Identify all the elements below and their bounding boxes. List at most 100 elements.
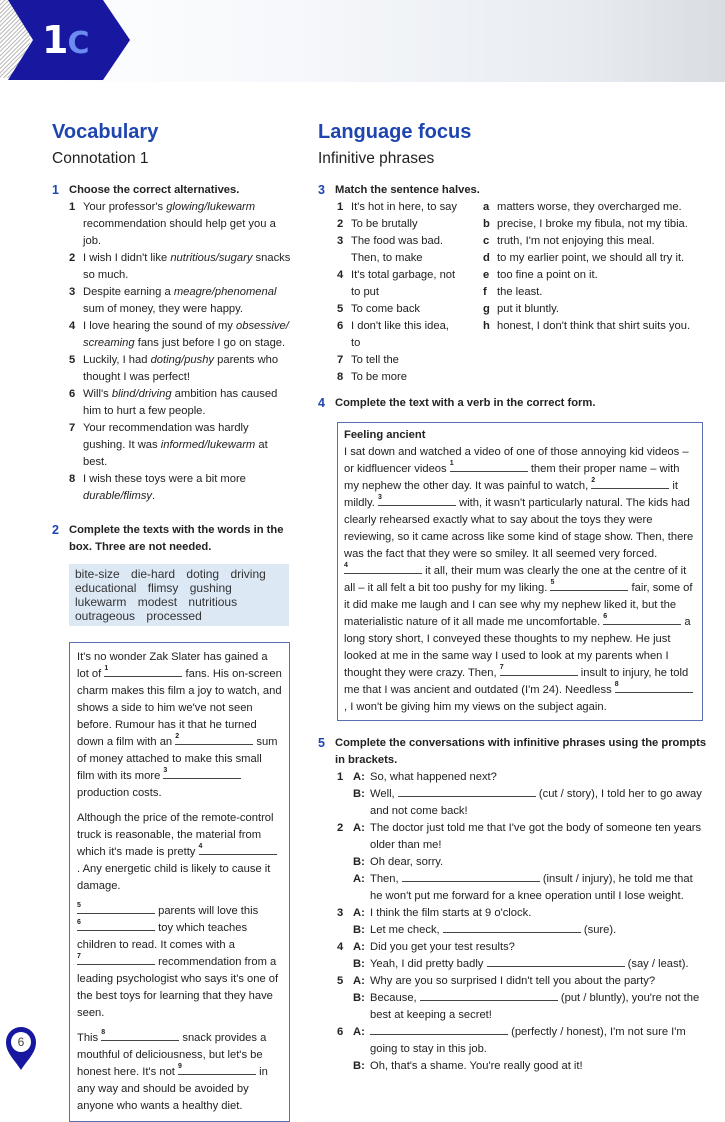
exercise-5-items: 1 A: So, what happened next? B: Well, (cut /… [318,769,708,1075]
item-number: 7 [69,422,76,434]
gap-number: 7 [77,953,81,960]
dialogue-line: B: Let me check, (sure). [353,922,708,939]
dialogue-line: A: (perfectly / honest), I'm not sure I'… [353,1024,708,1058]
text-segment: Did you get your test results? [370,941,515,953]
gap-blank[interactable]: 5 [77,902,155,914]
match-item: 4 It's total garbage, not to put [337,267,483,301]
conversation-lines: A: The doctor just told me that I've got … [353,820,708,905]
dialogue-line: A: So, what happened next? [353,769,708,786]
item-text: truth, I'm not enjoying this meal. [497,235,655,247]
gap-blank[interactable]: 4 [344,562,422,574]
list-item: 4 I love hearing the sound of my obsessiv… [52,318,292,352]
exercise-number: 2 [52,523,59,537]
gap-number: 2 [175,733,180,740]
speaker: A: [353,822,365,834]
gap-blank[interactable] [419,990,558,1001]
gap-blank[interactable] [397,786,536,797]
line-text: Well, (cut / story), I told her to go aw… [370,786,708,820]
paragraph: This 8 snack provides a mouthful of deli… [77,1029,282,1115]
text-segment: Let me check, [370,924,443,936]
speaker: A: [353,941,365,953]
item-number: 8 [69,473,76,485]
gap-blank[interactable]: 8 [101,1029,180,1041]
item-text: It's hot in here, to say [351,201,457,213]
gap-blank[interactable]: 3 [163,767,242,779]
list-item: 8 I wish these toys were a bit more durab… [52,471,292,505]
item-label: 4 [337,269,344,281]
gap-blank[interactable] [401,871,540,882]
gap-blank[interactable]: 7 [499,664,578,676]
gap-blank[interactable] [442,922,581,933]
line-text: Because, (put / bluntly), you're not the… [370,990,708,1024]
list-item: 3 Despite earning a meagre/phenomenal sum… [52,284,292,318]
text-segment: recommendation should help get you a job… [83,218,276,247]
item-text: To be more [351,371,407,383]
conversation: 3 A: I think the film starts at 9 o'clock.… [318,905,708,939]
gap-blank[interactable]: 4 [198,843,277,855]
text-segment: . [152,490,156,502]
line-text: Let me check, (sure). [370,922,616,939]
gap-blank[interactable] [486,956,625,967]
item-label: g [483,303,490,315]
line-text: I think the film starts at 9 o'clock. [370,905,531,922]
list-item: 5 Luckily, I had doting/pushy parents who… [52,352,292,386]
dialogue-line: A: Then, (insult / injury), he told me th… [353,871,708,905]
item-text: Will's blind/driving ambition has caused… [83,386,292,420]
gap-blank[interactable]: 2 [591,477,670,489]
dialogue-line: B: Well, (cut / story), I told her to go … [353,786,708,820]
word-option: outrageous [75,609,136,623]
gap-number: 1 [104,665,109,672]
exercise-2-text-box: It's no wonder Zak Slater has gained a l… [69,642,290,1122]
text-segment: This [77,1032,102,1044]
gap-blank[interactable]: 6 [603,613,682,625]
item-label: c [483,235,490,247]
text-segment: , I won't be giving him my views on the … [344,701,607,713]
dialogue-line: A: The doctor just told me that I've got … [353,820,708,854]
gap-number: 4 [344,562,348,569]
exercise-instruction: Match the sentence halves. [335,184,480,196]
gap-blank[interactable]: 3 [377,494,456,506]
list-item: 7 Your recommendation was hardly gushing.… [52,420,292,471]
item-number: 2 [337,822,344,834]
speaker: B: [353,924,365,936]
gap-number: 8 [614,681,619,688]
speaker: A: [353,1026,365,1038]
line-text: Yeah, I did pretty badly (say / least). [370,956,689,973]
alternatives: blind/driving [111,388,172,400]
gap-number: 8 [101,1029,106,1036]
text-segment: I wish I didn't like [83,252,171,264]
word-option: gushing [189,581,232,595]
item-text: Despite earning a meagre/phenomenal sum … [83,284,292,318]
gap-blank[interactable]: 7 [77,953,155,965]
line-text: So, what happened next? [370,769,497,786]
word-option: flimsy [147,581,179,595]
match-item: e too fine a point on it. [483,267,708,284]
gap-number: 9 [178,1063,182,1070]
item-text: I love hearing the sound of my obsessive… [83,318,292,352]
gap-number: 1 [449,460,454,467]
item-number: 4 [69,320,76,332]
item-number: 3 [337,907,344,919]
exercise-3-heading: 3 Match the sentence halves. [318,182,708,199]
line-text: Oh, that's a shame. You're really good a… [370,1058,583,1075]
alternatives: doting/pushy [150,354,215,366]
match-item: 5 To come back [337,301,483,318]
gap-blank[interactable] [370,1024,508,1035]
gap-blank[interactable]: 9 [178,1063,257,1075]
exercise-5-heading: 5 Complete the conversations with infinit… [318,735,708,769]
gap-blank[interactable]: 1 [104,665,183,677]
speaker: B: [353,788,365,800]
gap-blank[interactable]: 2 [175,733,254,745]
word-option: modest [137,595,178,609]
gap-blank[interactable]: 1 [449,460,528,472]
item-label: h [483,320,490,332]
text-segment: Because, [370,992,420,1004]
text-segment: So, what happened next? [370,771,497,783]
match-item: 7 To tell the [337,352,483,369]
item-text: put it bluntly. [497,303,559,315]
gap-blank[interactable]: 8 [614,681,693,693]
item-text: Your professor's glowing/lukewarm recomm… [83,199,292,250]
gap-blank[interactable]: 5 [550,579,629,591]
gap-blank[interactable]: 6 [77,919,155,931]
item-label: 3 [337,235,344,247]
